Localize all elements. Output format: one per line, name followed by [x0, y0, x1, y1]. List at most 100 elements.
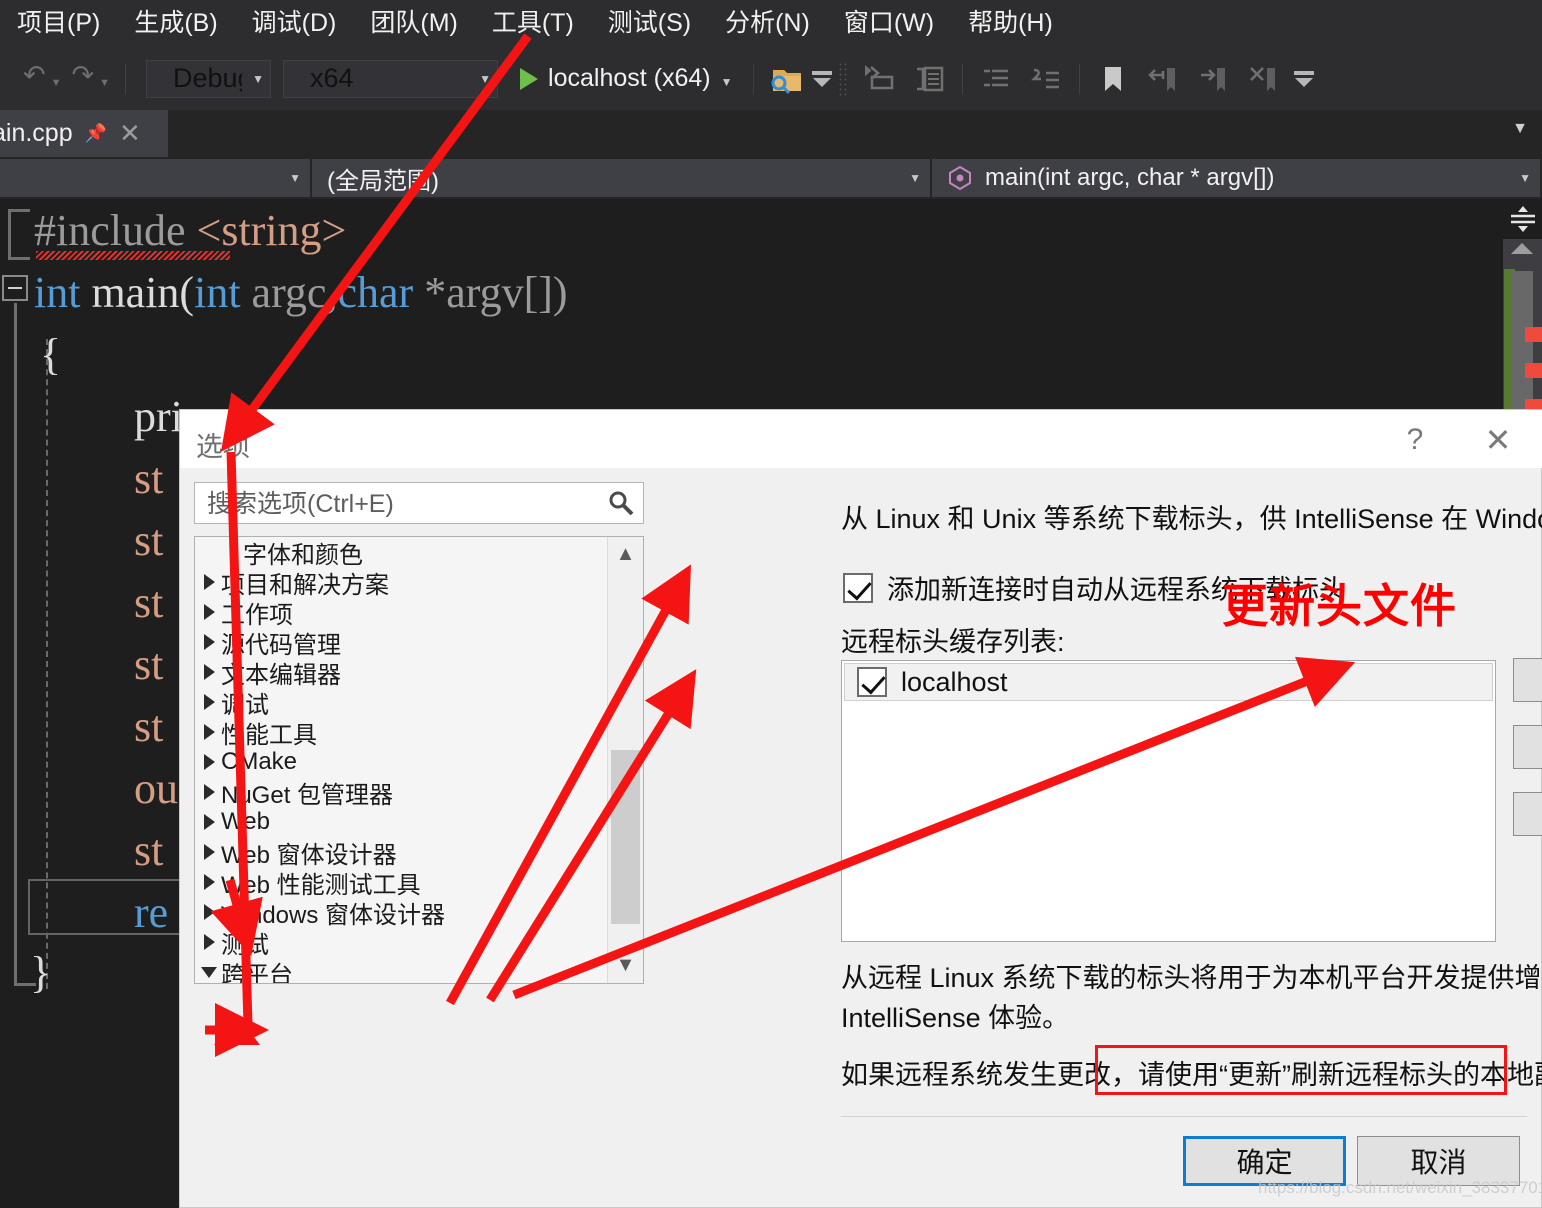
redo-icon[interactable]: ↷ [69, 60, 98, 91]
platform-combobox[interactable]: x64 ▼ [283, 60, 498, 98]
scope-combobox[interactable]: (全局范围) ▼ [312, 159, 930, 197]
search-icon[interactable] [608, 490, 634, 516]
list-item[interactable]: localhost [844, 663, 1493, 701]
menu-team[interactable]: 团队(M) [353, 0, 474, 47]
auto-download-checkbox[interactable] [843, 573, 873, 603]
chevron-down-icon: ▼ [1511, 171, 1531, 185]
redo-dropdown-icon[interactable]: ▼ [97, 77, 117, 89]
error-marker[interactable] [1525, 363, 1542, 378]
menu-window[interactable]: 窗口(W) [827, 0, 951, 47]
configuration-combobox[interactable]: Debug ▼ [146, 60, 271, 98]
project-combobox[interactable]: ▼ [0, 159, 310, 197]
tree-item[interactable]: 跨平台 [195, 957, 607, 984]
menu-debug[interactable]: 调试(D) [235, 0, 354, 47]
delete-button[interactable]: 删除 [1513, 725, 1542, 769]
menu-help[interactable]: 帮助(H) [951, 0, 1070, 47]
collapse-toggle[interactable] [2, 275, 28, 301]
tree-scrollbar[interactable]: ▲ ▼ [607, 537, 643, 983]
close-icon[interactable]: ✕ [1468, 418, 1528, 462]
chevron-right-icon[interactable] [199, 934, 219, 950]
chevron-right-icon[interactable] [199, 844, 219, 860]
browse-button[interactable]: 浏览 [1513, 792, 1542, 836]
options-category-tree[interactable]: 字体和颜色项目和解决方案工作项源代码管理文本编辑器调试性能工具CMakeNuGe… [194, 536, 644, 984]
start-debugging-button[interactable]: localhost (x64) ▼ [520, 64, 732, 93]
split-editor-handle[interactable] [1503, 199, 1542, 239]
undo-dropdown-icon[interactable]: ▼ [49, 77, 69, 89]
tree-item-label: CMake [219, 748, 297, 776]
scroll-up-icon[interactable] [1511, 243, 1533, 254]
chevron-right-icon[interactable] [199, 694, 219, 710]
chevron-right-icon[interactable] [199, 784, 219, 800]
clear-bookmarks-icon[interactable] [1243, 59, 1283, 99]
menu-build[interactable]: 生成(B) [117, 0, 234, 47]
chevron-right-icon[interactable] [199, 754, 219, 770]
chevron-right-icon[interactable] [199, 664, 219, 680]
toggle-bookmark-icon[interactable] [1093, 59, 1133, 99]
search-input[interactable] [205, 483, 599, 525]
chevron-down-icon[interactable] [199, 967, 219, 978]
remote-header-cache-list[interactable]: localhost [841, 660, 1496, 942]
chevron-right-icon[interactable] [199, 634, 219, 650]
menu-project[interactable]: 项目(P) [0, 0, 117, 47]
tree-item[interactable]: 性能工具 [195, 717, 607, 747]
list-item-checkbox[interactable] [857, 667, 887, 697]
tree-item[interactable]: 项目和解决方案 [195, 567, 607, 597]
comment-selection-icon[interactable] [859, 59, 899, 99]
tab-overflow-icon[interactable]: ▼ [1512, 120, 1528, 138]
chevron-right-icon[interactable] [199, 574, 219, 590]
toolbar-separator [962, 64, 963, 94]
code-line-4: pri [134, 395, 183, 439]
error-marker[interactable] [1525, 327, 1542, 342]
tree-item[interactable]: CMake [195, 747, 607, 777]
undo-icon[interactable]: ↶ [20, 60, 49, 91]
menu-analyze[interactable]: 分析(N) [708, 0, 827, 47]
chevron-right-icon[interactable] [199, 904, 219, 920]
toolbar-overflow-button[interactable] [1294, 59, 1314, 99]
document-tab-main-cpp[interactable]: ain.cpp 📌 ✕ [0, 110, 168, 157]
tree-item[interactable]: Windows 窗体设计器 [195, 897, 607, 927]
find-dropdown-group[interactable] [812, 59, 832, 99]
tree-item-label: 性能工具 [219, 715, 317, 750]
tree-item[interactable]: Web [195, 807, 607, 837]
tree-item[interactable]: 文本编辑器 [195, 657, 607, 687]
play-icon [520, 68, 538, 90]
tree-item[interactable]: 测试 [195, 927, 607, 957]
scroll-down-icon[interactable]: ▼ [608, 948, 643, 983]
tree-item[interactable]: NuGet 包管理器 [195, 777, 607, 807]
previous-bookmark-icon[interactable] [1143, 59, 1183, 99]
search-options-box[interactable] [194, 482, 644, 524]
chevron-right-icon[interactable] [199, 874, 219, 890]
tree-item[interactable]: 工作项 [195, 597, 607, 627]
close-icon[interactable]: ✕ [119, 118, 141, 149]
scroll-up-icon[interactable]: ▲ [608, 537, 643, 572]
tree-item[interactable]: Web 性能测试工具 [195, 867, 607, 897]
scrollbar-thumb[interactable] [611, 750, 640, 924]
toolbar-separator [1079, 64, 1080, 94]
help-icon[interactable]: ? [1385, 418, 1445, 462]
menu-tools[interactable]: 工具(T) [475, 0, 591, 47]
pane-description: 从 Linux 和 Unix 等系统下载标头，供 IntelliSense 在 … [841, 500, 1542, 538]
decrease-indent-icon[interactable] [976, 59, 1016, 99]
code-line-9: st [134, 705, 163, 749]
find-in-files-icon[interactable] [767, 59, 807, 99]
uncomment-selection-icon[interactable] [909, 59, 949, 99]
tab-filename: ain.cpp [0, 119, 73, 148]
pin-icon[interactable]: 📌 [85, 123, 107, 144]
options-dialog: 选项 ? ✕ 字体和颜色项目和解决方案工作项源代码管理文本编辑器调试性能工具CM… [179, 409, 1542, 1208]
menu-test[interactable]: 测试(S) [591, 0, 708, 47]
member-combobox[interactable]: main(int argc, char * argv[]) ▼ [932, 159, 1540, 197]
tree-item[interactable]: 源代码管理 [195, 627, 607, 657]
increase-indent-icon[interactable] [1026, 59, 1066, 99]
chevron-right-icon[interactable] [199, 814, 219, 830]
dialog-title: 选项 [196, 425, 250, 464]
update-button[interactable]: 更新 [1513, 658, 1542, 702]
next-bookmark-icon[interactable] [1193, 59, 1233, 99]
chevron-right-icon[interactable] [199, 724, 219, 740]
tree-item[interactable]: Web 窗体设计器 [195, 837, 607, 867]
chevron-down-icon[interactable]: ▼ [711, 75, 733, 89]
chevron-right-icon[interactable] [199, 604, 219, 620]
tree-item[interactable]: 字体和颜色 [195, 537, 607, 567]
list-item-label: localhost [901, 667, 1008, 698]
dialog-footer-separator [841, 1116, 1527, 1117]
tree-item[interactable]: 调试 [195, 687, 607, 717]
